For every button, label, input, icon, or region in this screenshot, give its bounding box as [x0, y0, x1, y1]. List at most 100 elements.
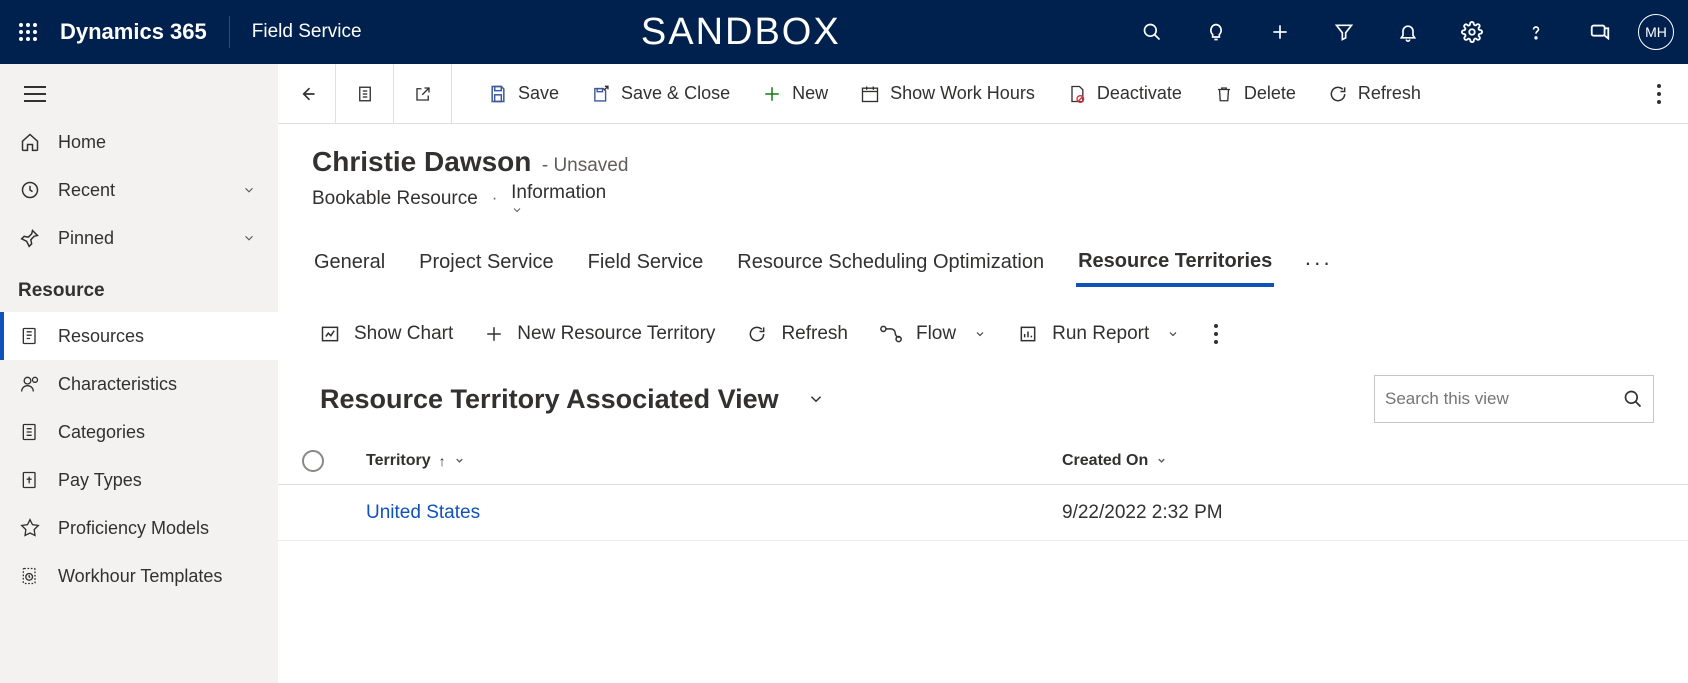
show-work-hours-label: Show Work Hours: [890, 83, 1035, 104]
entity-type-label: Bookable Resource: [312, 188, 478, 210]
select-all-checkbox[interactable]: [302, 450, 362, 472]
new-label: New: [792, 83, 828, 104]
view-title: Resource Territory Associated View: [320, 384, 779, 415]
column-header-territory[interactable]: Territory ↑: [362, 452, 1062, 470]
subgrid-refresh-button[interactable]: Refresh: [745, 319, 850, 349]
app-launcher-button[interactable]: [0, 0, 56, 64]
person-icon: [18, 372, 42, 396]
refresh-icon: [747, 324, 767, 344]
sidebar-item-pay-types[interactable]: Pay Types: [0, 456, 278, 504]
sidebar-item-resources[interactable]: Resources: [0, 312, 278, 360]
settings-button[interactable]: [1440, 0, 1504, 64]
view-selector-button[interactable]: [807, 390, 825, 408]
sidebar: Home Recent Pinned Resource Resou: [0, 64, 278, 683]
sidebar-item-label: Categories: [58, 422, 145, 443]
sidebar-toggle-button[interactable]: [0, 70, 278, 118]
chevron-down-icon: [974, 328, 986, 340]
lightbulb-icon: [1206, 22, 1226, 42]
back-button[interactable]: [278, 64, 336, 123]
chevron-down-icon: [454, 455, 465, 466]
tab-resource-territories[interactable]: Resource Territories: [1076, 238, 1274, 287]
save-close-icon: [591, 84, 611, 104]
nav-pinned[interactable]: Pinned: [0, 214, 278, 262]
popout-button[interactable]: [394, 64, 452, 123]
star-icon: [18, 516, 42, 540]
home-icon: [18, 130, 42, 154]
sidebar-item-label: Workhour Templates: [58, 566, 222, 587]
nav-recent[interactable]: Recent: [0, 166, 278, 214]
save-button[interactable]: Save: [472, 64, 575, 123]
column-header-created-on[interactable]: Created On: [1062, 452, 1688, 470]
question-icon: [1526, 22, 1546, 42]
sidebar-item-proficiency-models[interactable]: Proficiency Models: [0, 504, 278, 552]
save-close-label: Save & Close: [621, 83, 730, 104]
command-bar: Save Save & Close New Show Work Hours: [278, 64, 1688, 124]
chart-icon: [320, 324, 340, 344]
tab-field-service[interactable]: Field Service: [586, 239, 706, 286]
sidebar-item-categories[interactable]: Categories: [0, 408, 278, 456]
refresh-button[interactable]: Refresh: [1312, 64, 1437, 123]
open-record-set-button[interactable]: [336, 64, 394, 123]
new-button[interactable]: New: [746, 64, 844, 123]
show-work-hours-button[interactable]: Show Work Hours: [844, 64, 1051, 123]
territory-link[interactable]: United States: [366, 502, 480, 524]
form-tabs: General Project Service Field Service Re…: [278, 222, 1688, 287]
chevron-down-icon: [511, 204, 612, 216]
commandbar-overflow-button[interactable]: [1630, 64, 1688, 123]
search-input[interactable]: [1385, 389, 1623, 409]
flow-button[interactable]: Flow: [878, 319, 988, 349]
plus-icon: [485, 325, 503, 343]
form-selector[interactable]: Information: [511, 182, 612, 216]
avatar-initials: MH: [1645, 24, 1667, 40]
divider: [229, 16, 230, 48]
show-chart-label: Show Chart: [354, 323, 453, 345]
sidebar-item-label: Resources: [58, 326, 144, 347]
workhour-icon: [18, 564, 42, 588]
filter-button[interactable]: [1312, 0, 1376, 64]
tab-general[interactable]: General: [312, 239, 387, 286]
sidebar-item-label: Pay Types: [58, 470, 142, 491]
record-unsaved-badge: - Unsaved: [542, 155, 629, 176]
run-report-button[interactable]: Run Report: [1016, 319, 1181, 349]
column-header-label: Created On: [1062, 452, 1148, 470]
search-button[interactable]: [1120, 0, 1184, 64]
tab-rso[interactable]: Resource Scheduling Optimization: [735, 239, 1046, 286]
deactivate-button[interactable]: Deactivate: [1051, 64, 1198, 123]
grid: Territory ↑ Created On United States 9/2…: [278, 431, 1688, 541]
view-search-box[interactable]: [1374, 375, 1654, 423]
resources-icon: [18, 324, 42, 348]
sidebar-item-workhour-templates[interactable]: Workhour Templates: [0, 552, 278, 600]
grid-row[interactable]: United States 9/22/2022 2:32 PM: [278, 485, 1688, 541]
record-title: Christie Dawson: [312, 146, 531, 177]
subgrid-overflow-button[interactable]: [1209, 323, 1223, 345]
nav-home[interactable]: Home: [0, 118, 278, 166]
add-button[interactable]: [1248, 0, 1312, 64]
chevron-down-icon: [1167, 328, 1179, 340]
sidebar-item-label: Characteristics: [58, 374, 177, 395]
brand-label[interactable]: Dynamics 365: [60, 19, 207, 45]
app-name-label[interactable]: Field Service: [252, 21, 362, 43]
new-resource-territory-button[interactable]: New Resource Territory: [483, 319, 717, 349]
tab-project-service[interactable]: Project Service: [417, 239, 556, 286]
popout-icon: [413, 84, 433, 104]
tab-overflow-button[interactable]: ···: [1304, 250, 1332, 276]
plus-icon: [762, 84, 782, 104]
subgrid-refresh-label: Refresh: [781, 323, 848, 345]
help-button[interactable]: [1504, 0, 1568, 64]
teams-chat-button[interactable]: [1568, 0, 1632, 64]
paytypes-icon: [18, 468, 42, 492]
back-arrow-icon: [297, 84, 317, 104]
sidebar-item-characteristics[interactable]: Characteristics: [0, 360, 278, 408]
notifications-button[interactable]: [1376, 0, 1440, 64]
chevron-down-icon: [807, 390, 825, 408]
bell-icon: [1398, 22, 1418, 42]
plus-icon: [1270, 22, 1290, 42]
save-close-button[interactable]: Save & Close: [575, 64, 746, 123]
delete-button[interactable]: Delete: [1198, 64, 1312, 123]
assistant-button[interactable]: [1184, 0, 1248, 64]
nav-recent-label: Recent: [58, 180, 115, 201]
hamburger-icon: [24, 86, 46, 102]
user-avatar[interactable]: MH: [1638, 14, 1674, 50]
show-chart-button[interactable]: Show Chart: [318, 319, 455, 349]
nav-pinned-label: Pinned: [58, 228, 114, 249]
